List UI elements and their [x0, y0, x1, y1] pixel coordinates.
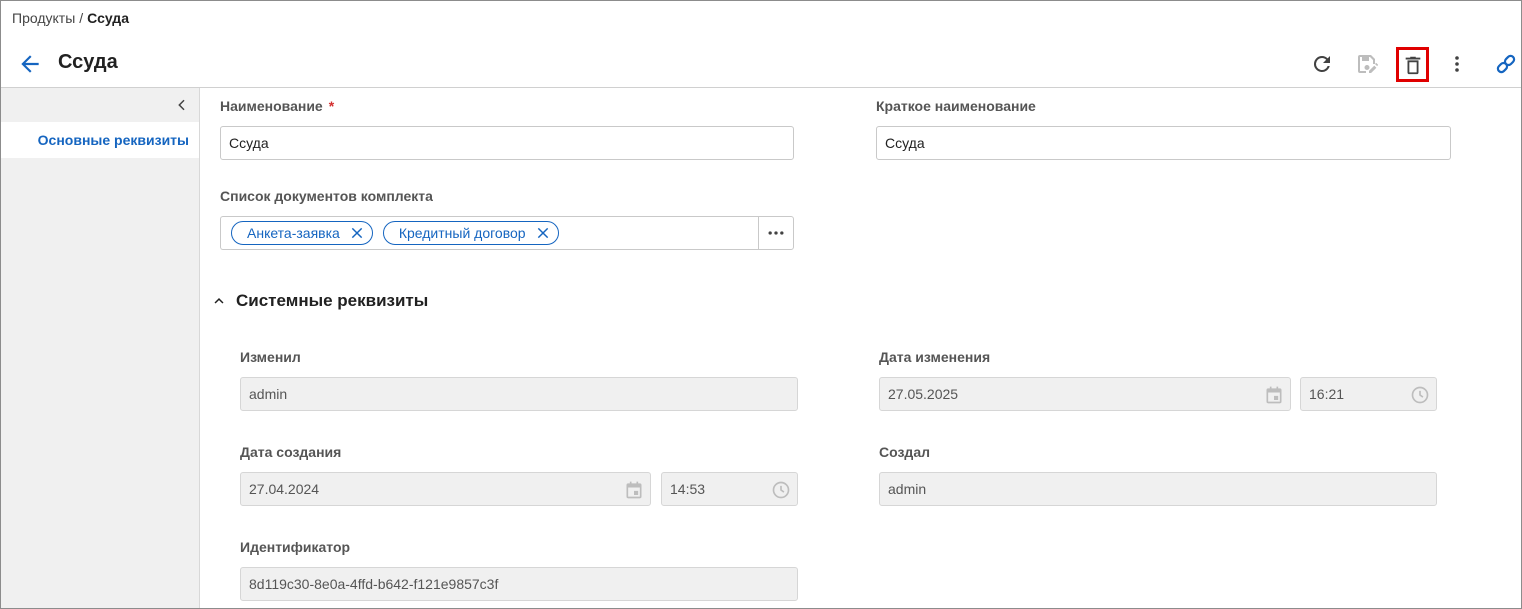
documents-select-button[interactable]: [758, 216, 794, 250]
clock-icon: [1411, 386, 1429, 404]
created-by-value: admin: [888, 481, 927, 497]
more-vertical-icon: [1455, 56, 1459, 72]
breadcrumb: Продукты / Ссуда: [12, 10, 129, 26]
chip-label: Анкета-заявка: [247, 225, 340, 241]
more-actions-button[interactable]: [1441, 48, 1473, 80]
save-edit-button[interactable]: [1351, 48, 1383, 80]
document-chip[interactable]: Анкета-заявка: [231, 221, 373, 245]
calendar-icon: [626, 481, 642, 499]
header-divider: [1, 87, 1521, 88]
trash-icon: [1405, 56, 1420, 74]
short-name-input-value: Ссуда: [885, 135, 925, 151]
identifier-value: 8d119c30-8e0a-4ffd-b642-f121e9857c3f: [249, 576, 499, 592]
system-section-toggle[interactable]: Системные реквизиты: [210, 291, 428, 311]
name-input[interactable]: Ссуда: [220, 126, 794, 160]
back-button[interactable]: [17, 51, 43, 77]
identifier-field: 8d119c30-8e0a-4ffd-b642-f121e9857c3f: [240, 567, 798, 601]
changed-date-value: 27.05.2025: [888, 386, 959, 402]
copy-link-button[interactable]: [1490, 48, 1521, 80]
short-name-label: Краткое наименование: [876, 98, 1036, 114]
created-date-field: 27.04.2024: [240, 472, 651, 506]
changed-date-label: Дата изменения: [879, 349, 991, 365]
clock-icon: [772, 481, 790, 499]
documents-label: Список документов комплекта: [220, 188, 433, 204]
close-icon[interactable]: [348, 224, 366, 242]
refresh-button[interactable]: [1306, 48, 1338, 80]
changed-by-field: admin: [240, 377, 798, 411]
more-horizontal-icon: [768, 231, 784, 235]
created-by-label: Создал: [879, 444, 931, 460]
page: Продукты / Ссуда Ссуда Основные реквизит…: [0, 0, 1522, 609]
name-label-text: Наименование: [220, 98, 323, 114]
save-edit-icon: [1358, 55, 1379, 73]
sidebar-collapse-button[interactable]: [173, 96, 191, 114]
sidebar-item-label: Основные реквизиты: [37, 132, 189, 148]
created-date-value: 27.04.2024: [249, 481, 320, 497]
page-title: Ссуда: [58, 51, 118, 73]
breadcrumb-parent[interactable]: Продукты: [12, 10, 75, 26]
changed-by-value: admin: [249, 386, 288, 402]
identifier-label: Идентификатор: [240, 539, 351, 555]
changed-time-field: 16:21: [1300, 377, 1437, 411]
short-name-input[interactable]: Ссуда: [876, 126, 1451, 160]
changed-by-label: Изменил: [240, 349, 301, 365]
link-icon: [1496, 54, 1516, 74]
chevron-up-icon: [214, 298, 224, 304]
close-icon[interactable]: [534, 224, 552, 242]
calendar-icon: [1266, 386, 1282, 404]
breadcrumb-separator: /: [79, 10, 84, 26]
breadcrumb-current: Ссуда: [87, 10, 129, 26]
arrow-left-icon: [21, 55, 39, 73]
created-date-label: Дата создания: [240, 444, 342, 460]
required-mark: *: [328, 98, 335, 114]
document-chip[interactable]: Кредитный договор: [382, 221, 559, 245]
name-input-value: Ссуда: [229, 135, 269, 151]
created-by-field: admin: [879, 472, 1437, 506]
sidebar-item-main-details[interactable]: Основные реквизиты: [1, 122, 199, 158]
chip-label: Кредитный договор: [398, 225, 526, 241]
changed-time-value: 16:21: [1309, 386, 1345, 402]
name-label: Наименование *: [220, 98, 334, 114]
created-time-value: 14:53: [670, 481, 706, 497]
delete-button[interactable]: [1396, 47, 1429, 82]
system-section-title: Системные реквизиты: [236, 291, 429, 310]
created-time-field: 14:53: [661, 472, 798, 506]
chevron-left-icon: [178, 99, 185, 111]
sidebar: Основные реквизиты: [1, 88, 200, 608]
refresh-icon: [1313, 55, 1330, 72]
changed-date-field: 27.05.2025: [879, 377, 1291, 411]
documents-field[interactable]: Анкета-заявка Кредитный договор: [220, 216, 759, 250]
